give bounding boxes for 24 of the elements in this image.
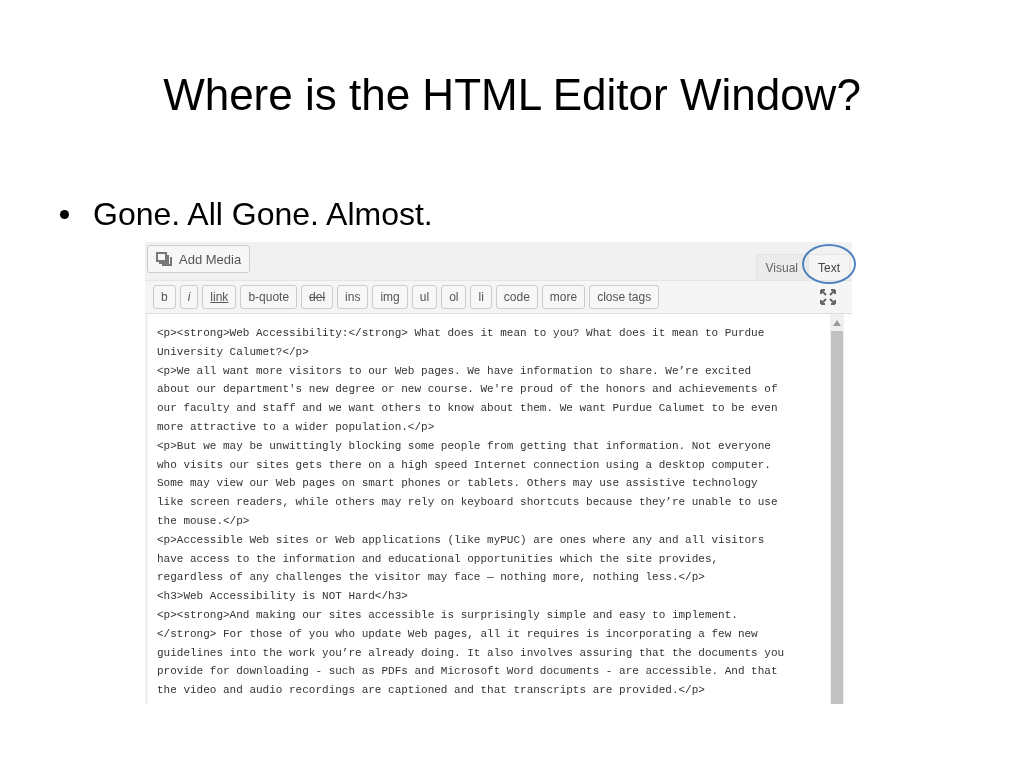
quicktag-button[interactable]: close tags <box>589 285 660 309</box>
quicktag-button[interactable]: code <box>495 285 538 309</box>
editor-tab[interactable]: Visual <box>755 254 808 280</box>
quicktag-button[interactable]: link <box>202 285 237 309</box>
quicktag-button[interactable]: i <box>179 285 199 309</box>
quicktag-button[interactable]: ol <box>441 285 467 309</box>
quicktag-button[interactable]: ul <box>411 285 438 309</box>
quicktag-button[interactable]: ins <box>337 285 369 309</box>
quicktag-button[interactable]: img <box>372 285 408 309</box>
add-media-button[interactable]: Add Media <box>147 245 251 273</box>
quicktag-button[interactable]: more <box>541 285 586 309</box>
scroll-up-icon[interactable] <box>833 320 841 326</box>
quicktag-button[interactable]: li <box>470 285 492 309</box>
bullet-dot <box>60 209 69 219</box>
quicktag-button[interactable]: del <box>301 285 334 309</box>
quicktag-button[interactable]: b <box>153 285 176 309</box>
fullscreen-icon[interactable] <box>820 289 836 305</box>
scrollbar-thumb[interactable] <box>831 331 843 704</box>
editor-tab[interactable]: Text <box>808 254 850 280</box>
bullet-text: Gone. All Gone. Almost. <box>93 195 433 234</box>
media-icon <box>156 251 174 267</box>
slide-title: Where is the HTML Editor Window? <box>162 69 862 121</box>
quicktag-button[interactable]: b-quote <box>240 285 298 309</box>
scrollbar[interactable] <box>830 314 844 704</box>
